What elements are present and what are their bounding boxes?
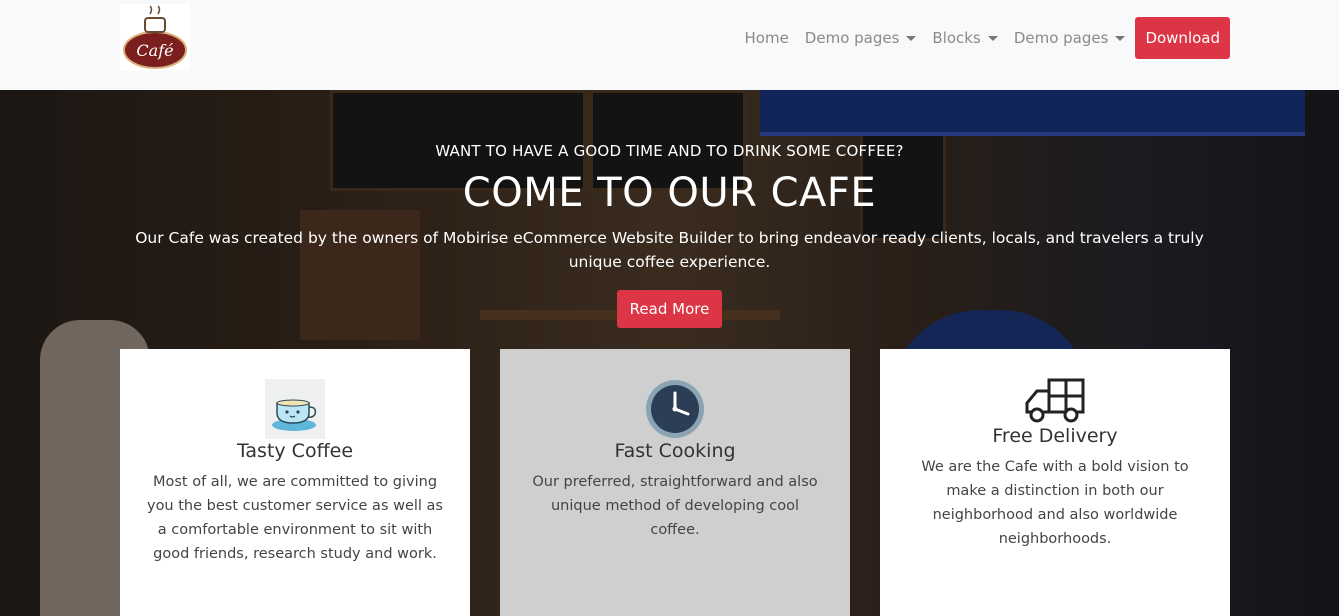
- nav-blocks-label: Blocks: [932, 29, 981, 47]
- chevron-down-icon: [906, 35, 917, 41]
- hero-title: COME TO OUR CAFE: [462, 170, 877, 216]
- chevron-down-icon: [987, 35, 998, 41]
- hero-subtitle: WANT TO HAVE A GOOD TIME AND TO DRINK SO…: [435, 142, 904, 160]
- nav-home[interactable]: Home: [745, 29, 789, 47]
- nav-demo-pages-label-2: Demo pages: [1013, 29, 1109, 47]
- nav-menu: Home Demo pages Blocks Demo pages Downlo…: [729, 17, 1230, 59]
- delivery-truck-icon: [1023, 377, 1087, 425]
- cafe-logo[interactable]: Café: [120, 4, 190, 71]
- read-more-button[interactable]: Read More: [616, 290, 723, 328]
- hero-content: WANT TO HAVE A GOOD TIME AND TO DRINK SO…: [0, 142, 1339, 328]
- download-button[interactable]: Download: [1135, 17, 1230, 59]
- feature-card-fast-cooking: Fast Cooking Our preferred, straightforw…: [500, 349, 850, 616]
- feature-text: Our preferred, straightforward and also …: [532, 474, 818, 538]
- feature-text: Most of all, we are committed to giving …: [146, 474, 443, 562]
- feature-title: Tasty Coffee: [236, 440, 354, 462]
- nav-blocks-dropdown[interactable]: Blocks: [932, 29, 998, 47]
- feature-card-free-delivery: Free Delivery We are the Cafe with a bol…: [880, 349, 1230, 616]
- nav-demo-pages-label: Demo pages: [804, 29, 900, 47]
- feature-card-tasty-coffee: Tasty Coffee Most of all, we are committ…: [120, 349, 470, 616]
- coffee-cup-icon: [265, 379, 325, 439]
- hero-description: Our Cafe was created by the owners of Mo…: [135, 229, 1204, 271]
- clock-icon: [645, 379, 705, 439]
- feature-title: Free Delivery: [992, 425, 1118, 447]
- navbar: Café Home Demo pages Blocks Demo pages D…: [0, 0, 1339, 90]
- nav-demo-pages-dropdown-2[interactable]: Demo pages: [1014, 29, 1126, 47]
- nav-home-label: Home: [744, 29, 789, 47]
- chevron-down-icon: [1115, 35, 1126, 41]
- feature-title: Fast Cooking: [614, 440, 736, 462]
- logo-text: Café: [136, 41, 173, 60]
- nav-demo-pages-dropdown[interactable]: Demo pages: [805, 29, 917, 47]
- feature-text: We are the Cafe with a bold vision to ma…: [921, 459, 1189, 547]
